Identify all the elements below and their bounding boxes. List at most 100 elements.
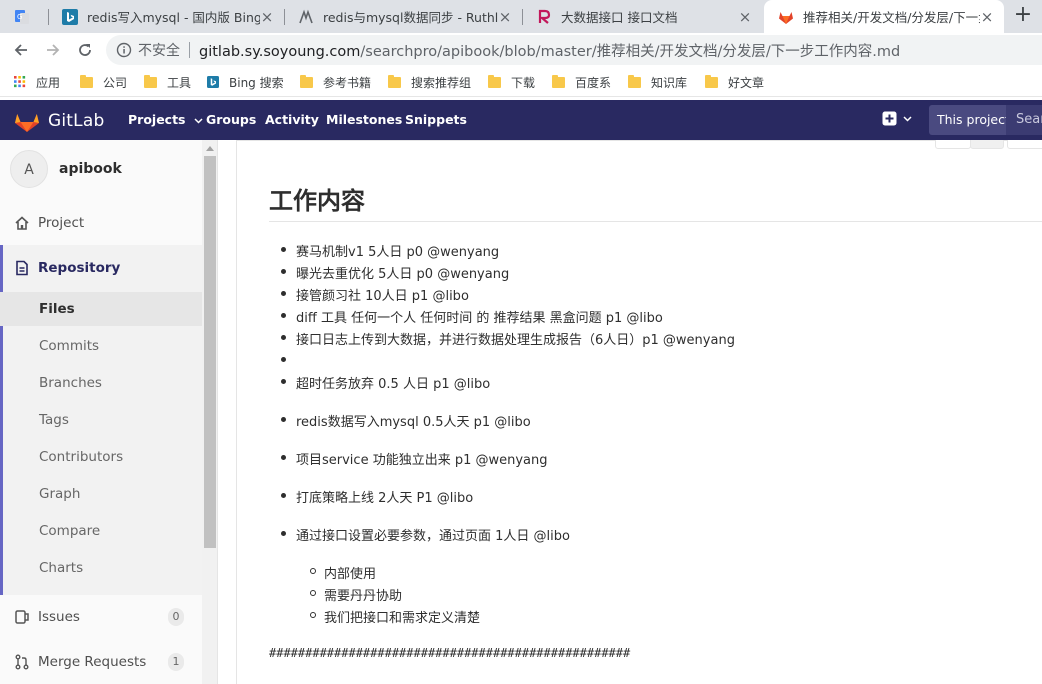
sidebar-item-merge-requests[interactable]: Merge Requests 1 (0, 644, 202, 680)
chevron-down-icon (903, 115, 912, 122)
file-action-button[interactable] (935, 140, 971, 149)
url-path: /searchpro/apibook/blob/master/推荐相关/开发文档… (360, 43, 901, 60)
browser-tab-strip: G redis写入mysql - 国内版 Bing × redis与mysql数… (0, 0, 1042, 33)
tab-title: 推荐相关/开发文档/分发层/下一步 (803, 10, 980, 25)
google-translate-icon: G (14, 9, 30, 25)
url-host: gitlab.sy.soyoung.com (199, 43, 361, 60)
list-item: 接管颜习社 10人日 p1 @libo (281, 285, 469, 304)
sidebar-scrollbar-thumb[interactable] (204, 156, 216, 548)
issues-icon (14, 609, 30, 625)
home-icon (14, 215, 30, 231)
sidebar-item-issues[interactable]: Issues 0 (0, 599, 202, 635)
sidebar-subitem-charts[interactable]: Charts (0, 551, 202, 585)
sidebar-item-label: Merge Requests (38, 654, 147, 670)
bookmark-label: 参考书籍 (323, 75, 372, 90)
list-item: 接口日志上传到大数据，并进行数据处理生成报告（6人日）p1 @wenyang (281, 329, 735, 348)
nav-projects[interactable]: Projects (128, 112, 203, 127)
bookmark-label: 应用 (36, 75, 61, 90)
merge-requests-count-badge: 1 (168, 653, 184, 671)
tab-title: redis与mysql数据同步 - Ruthless (323, 10, 498, 25)
sidebar-subitem-files[interactable]: Files (0, 292, 202, 326)
bookmark-label: Bing 搜索 (229, 75, 284, 90)
url-text: gitlab.sy.soyoung.com/searchpro/apibook/… (199, 40, 900, 61)
page-title: 工作内容 (269, 187, 365, 215)
bookmark-downloads[interactable]: 下载 (488, 73, 535, 91)
bookmark-reference-books[interactable]: 参考书籍 (300, 73, 371, 91)
sidebar-item-project[interactable]: Project (0, 205, 202, 241)
bing-icon (207, 76, 219, 88)
not-secure-label: 不安全 (138, 43, 180, 59)
tab-title: 大数据接口 接口文档 (561, 10, 678, 25)
bookmark-label: 工具 (167, 75, 192, 90)
project-sidebar: A apibook Project Repository Files Commi… (0, 140, 218, 684)
list-item: 通过接口设置必要参数，通过页面 1人日 @libo (281, 525, 570, 544)
list-item: redis数据写入mysql 0.5人天 p1 @libo (281, 411, 531, 430)
bookmark-tools[interactable]: 工具 (144, 73, 191, 91)
list-item: 项目service 功能独立出来 p1 @wenyang (281, 449, 548, 468)
bookmark-company[interactable]: 公司 (80, 73, 127, 91)
bookmark-knowledge-base[interactable]: 知识库 (628, 73, 687, 91)
bookmark-search-recommend-group[interactable]: 搜索推荐组 (388, 73, 471, 91)
search-scope-this-project[interactable]: This project (929, 105, 1018, 135)
sidebar-subitem-commits[interactable]: Commits (0, 329, 202, 363)
close-tab-icon[interactable]: × (498, 9, 512, 24)
new-item-dropdown[interactable] (882, 111, 912, 126)
bookmark-bing[interactable]: Bing 搜索 (206, 73, 284, 91)
tab-google-translate[interactable]: G (0, 0, 48, 33)
folder-icon (488, 74, 501, 88)
forward-icon[interactable] (41, 38, 65, 62)
separator-line: ########################################… (269, 646, 631, 660)
folder-icon (144, 74, 157, 88)
omnibox-divider (189, 42, 190, 58)
scroll-up-arrow-icon[interactable] (206, 146, 214, 151)
tab-rap[interactable]: 大数据接口 接口文档 × (522, 0, 762, 33)
nested-list-item: 需要丹丹协助 (309, 585, 402, 604)
sidebar-subitem-contributors[interactable]: Contributors (0, 440, 202, 474)
new-tab-button[interactable]: + (1011, 4, 1035, 28)
sidebar-subitem-tags[interactable]: Tags (0, 403, 202, 437)
nav-activity[interactable]: Activity (265, 112, 319, 127)
tab-ruthless[interactable]: redis与mysql数据同步 - Ruthless × (284, 0, 522, 33)
sidebar-subitem-graph[interactable]: Graph (0, 477, 202, 511)
nav-groups[interactable]: Groups (206, 112, 256, 127)
heading-divider (269, 221, 1042, 222)
chevron-down-icon (194, 118, 203, 124)
project-name: apibook (59, 161, 122, 177)
close-tab-icon[interactable]: × (980, 9, 994, 24)
tab-bing[interactable]: redis写入mysql - 国内版 Bing × (48, 0, 284, 33)
bookmark-good-articles[interactable]: 好文章 (705, 73, 764, 91)
sidebar-subitem-branches[interactable]: Branches (0, 366, 202, 400)
bookmark-baidu[interactable]: 百度系 (552, 73, 611, 91)
rap-icon (536, 9, 552, 25)
nav-milestones[interactable]: Milestones (326, 112, 402, 127)
search-input[interactable]: Search (1006, 105, 1042, 135)
bookmark-label: 搜索推荐组 (411, 75, 472, 90)
gitlab-logo-icon (15, 114, 39, 132)
svg-text:G: G (17, 13, 22, 21)
list-item: diff 工具 任何一个人 任何时间 的 推荐结果 黑盒问题 p1 @libo (281, 307, 663, 326)
main-content: 工作内容 赛马机制v1 5人日 p0 @wenyang 曝光去重优化 5人日 p… (219, 140, 1042, 684)
file-action-button[interactable] (1007, 140, 1042, 149)
sidebar-item-label: Issues (38, 609, 80, 625)
gitlab-home-link[interactable]: GitLab (14, 109, 104, 133)
close-tab-icon[interactable]: × (260, 9, 274, 24)
list-item: 赛马机制v1 5人日 p0 @wenyang (280, 241, 499, 260)
list-item: 超时任务放弃 0.5 人日 p1 @libo (280, 373, 490, 392)
sidebar-item-repository[interactable]: Repository (0, 250, 202, 286)
file-action-button[interactable] (970, 140, 1004, 149)
address-bar[interactable]: 不安全 gitlab.sy.soyoung.com/searchpro/apib… (106, 35, 1042, 65)
nested-list-item: 我们把接口和需求定义清楚 (309, 607, 480, 626)
info-icon[interactable] (116, 42, 132, 58)
sidebar-subitem-compare[interactable]: Compare (0, 514, 202, 548)
back-icon[interactable] (9, 38, 33, 62)
folder-icon (80, 74, 93, 88)
sidebar-item-label: Repository (38, 260, 121, 276)
nav-snippets[interactable]: Snippets (405, 112, 467, 127)
close-tab-icon[interactable]: × (738, 9, 752, 24)
bookmark-apps[interactable]: 应用 (13, 73, 60, 91)
reload-icon[interactable] (73, 38, 97, 62)
apps-grid-icon (14, 76, 26, 88)
project-header[interactable]: A apibook (10, 150, 122, 188)
document-icon (14, 260, 30, 276)
tab-gitlab-active[interactable]: 推荐相关/开发文档/分发层/下一步 × (764, 0, 1004, 33)
